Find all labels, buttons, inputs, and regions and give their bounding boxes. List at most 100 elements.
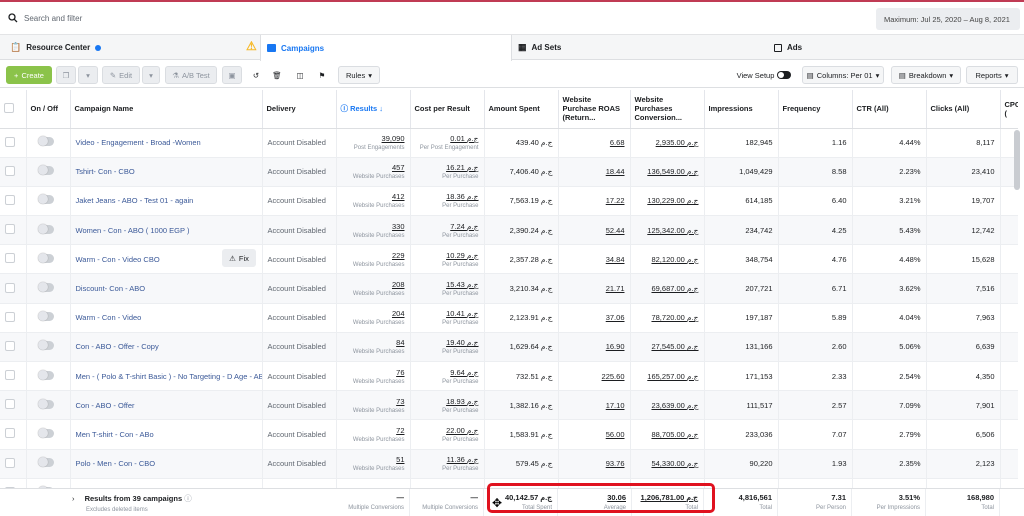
tab-ads[interactable]: Ads <box>774 35 1022 60</box>
tab-resource-center[interactable]: 📋 Resource Center ⚠ <box>10 35 260 60</box>
on-off-cell[interactable] <box>26 419 71 450</box>
col-amount-spent[interactable]: Amount Spent <box>484 90 559 129</box>
col-conversion-value[interactable]: Website Purchases Conversion... <box>630 90 705 129</box>
rules-button[interactable]: Rules ▾ <box>338 66 380 84</box>
campaign-name-link[interactable]: Tshirt- Con - CBO <box>76 167 257 176</box>
create-button[interactable]: + Create <box>6 66 52 84</box>
view-setup-toggle[interactable]: View Setup <box>732 66 796 84</box>
row-checkbox[interactable] <box>5 253 15 264</box>
row-checkbox[interactable] <box>5 340 15 351</box>
on-off-cell[interactable] <box>26 273 71 304</box>
warning-icon[interactable]: ⚠ <box>246 40 257 52</box>
row-select-cell[interactable] <box>0 332 27 363</box>
row-checkbox[interactable] <box>5 311 15 322</box>
table-row[interactable]: Warm - Con - Video CBO Account Disabled 22… <box>0 244 1024 275</box>
col-results[interactable]: ⓘ Results ↓ <box>336 90 411 129</box>
table-row[interactable]: Women - Con - ABO ( 1000 EGP ) Account Di… <box>0 215 1024 246</box>
campaign-name-cell[interactable]: Video - Engagement - Broad -Women <box>70 128 263 158</box>
campaign-name-cell[interactable]: Con - ABO - Offer - Copy <box>70 332 263 363</box>
row-checkbox[interactable] <box>5 282 15 293</box>
on-off-cell[interactable] <box>26 244 71 275</box>
row-checkbox[interactable] <box>5 165 15 176</box>
select-all-checkbox[interactable] <box>4 102 14 113</box>
row-select-cell[interactable] <box>0 157 27 187</box>
undo-button[interactable]: ↺ <box>247 66 265 84</box>
on-off-cell[interactable] <box>26 215 71 246</box>
tag-button[interactable]: ⚑ <box>313 66 331 84</box>
fix-button[interactable]: ⚠ Fix <box>222 249 256 267</box>
row-checkbox[interactable] <box>5 194 15 205</box>
row-checkbox[interactable] <box>5 224 15 235</box>
col-campaign-name[interactable]: Campaign Name <box>70 90 263 129</box>
table-row[interactable]: Warm - Con - Video Account Disabled 204 Web… <box>0 303 1024 333</box>
on-off-cell[interactable] <box>26 186 71 217</box>
date-range-picker[interactable]: Maximum: Jul 25, 2020 – Aug 8, 2021 <box>876 8 1020 30</box>
row-select-cell[interactable] <box>0 361 27 392</box>
col-delivery[interactable]: Delivery <box>262 90 337 129</box>
table-row[interactable]: Tshirt- Con - CBO Account Disabled 457 Webs… <box>0 157 1024 187</box>
campaign-name-link[interactable]: Men T-shirt - Con - ABo <box>76 430 257 439</box>
campaign-toggle[interactable] <box>37 340 54 351</box>
campaign-name-cell[interactable]: Men T-shirt - Con - ABo <box>70 419 263 450</box>
table-row[interactable]: Video - Engagement - Broad -Women Account… <box>0 128 1024 158</box>
campaign-name-cell[interactable]: Warm - Con - Video <box>70 303 263 333</box>
reports-button[interactable]: Reports ▾ <box>966 66 1018 84</box>
row-checkbox[interactable] <box>5 399 15 410</box>
row-checkbox[interactable] <box>5 370 15 381</box>
campaign-name-cell[interactable]: Men - ( Polo & T-shirt Basic ) - No Targ… <box>70 361 263 392</box>
row-checkbox[interactable] <box>5 136 15 147</box>
campaign-name-link[interactable]: Warm - Con - Video <box>76 313 257 322</box>
row-select-cell[interactable] <box>0 449 27 479</box>
campaign-name-link[interactable]: Con - ABO - Offer - Copy <box>76 342 257 351</box>
row-select-cell[interactable] <box>0 244 27 275</box>
campaign-name-link[interactable]: Polo - Men - Con - CBO <box>76 459 257 468</box>
campaign-name-link[interactable]: Con - ABO - Offer <box>76 401 257 410</box>
vertical-scrollbar[interactable] <box>1014 130 1020 190</box>
row-select-cell[interactable] <box>0 273 27 304</box>
campaign-toggle[interactable] <box>37 398 54 409</box>
row-select-cell[interactable] <box>0 303 27 333</box>
campaign-name-cell[interactable]: Jaket Jeans - ABO - Test 01 - again <box>70 186 263 217</box>
campaign-toggle[interactable] <box>37 427 54 438</box>
row-select-cell[interactable] <box>0 419 27 450</box>
campaign-name-cell[interactable]: Con - ABO - Offer <box>70 390 263 421</box>
edit-dropdown-button[interactable]: ▾ <box>142 66 160 84</box>
row-select-cell[interactable] <box>0 215 27 246</box>
row-select-cell[interactable] <box>0 128 27 158</box>
col-clicks[interactable]: Clicks (All) <box>926 90 1001 129</box>
table-row[interactable]: Con - ABO - Offer Account Disabled 73 Websi… <box>0 390 1024 421</box>
campaign-toggle[interactable] <box>37 136 54 147</box>
campaign-toggle[interactable] <box>37 369 54 380</box>
on-off-cell[interactable] <box>26 449 71 479</box>
campaign-name-link[interactable]: Men - ( Polo & T-shirt Basic ) - No Targ… <box>76 372 262 381</box>
campaign-name-link[interactable]: Jaket Jeans - ABO - Test 01 - again <box>76 196 257 205</box>
col-frequency[interactable]: Frequency <box>778 90 853 129</box>
table-row[interactable]: Discount- Con - ABO Account Disabled 208 We… <box>0 273 1024 304</box>
campaign-name-cell[interactable]: Discount- Con - ABO <box>70 273 263 304</box>
tab-campaigns[interactable]: Campaigns <box>260 35 512 61</box>
duplicate-button[interactable]: ❐ <box>56 66 76 84</box>
campaign-toggle[interactable] <box>37 223 54 234</box>
campaign-toggle[interactable] <box>37 194 54 205</box>
clipboard-button[interactable]: ▣ <box>222 66 242 84</box>
table-row[interactable]: Con - ABO - Offer - Copy Account Disabled… <box>0 332 1024 363</box>
row-select-cell[interactable] <box>0 186 27 217</box>
campaign-toggle[interactable] <box>37 282 54 293</box>
col-cost-per-result[interactable]: Cost per Result <box>410 90 485 129</box>
on-off-cell[interactable] <box>26 390 71 421</box>
search-filter-input[interactable]: Search and filter <box>4 7 872 29</box>
select-all-header[interactable] <box>0 90 27 129</box>
col-roas[interactable]: Website Purchase ROAS (Return... <box>558 90 631 129</box>
on-off-cell[interactable] <box>26 332 71 363</box>
row-select-cell[interactable] <box>0 390 27 421</box>
campaign-name-link[interactable]: Video - Engagement - Broad -Women <box>76 138 257 147</box>
campaign-toggle[interactable] <box>37 252 54 263</box>
table-row[interactable]: Polo - Men - Con - CBO Account Disabled 51… <box>0 449 1024 479</box>
ab-test-button[interactable]: ⚗ A/B Test <box>165 66 217 84</box>
row-checkbox[interactable] <box>5 428 15 439</box>
campaign-toggle[interactable] <box>37 457 54 468</box>
campaign-toggle[interactable] <box>37 165 54 176</box>
table-row[interactable]: Jaket Jeans - ABO - Test 01 - again Accou… <box>0 186 1024 217</box>
breakdown-button[interactable]: ▤ Breakdown ▾ <box>891 66 961 84</box>
col-impressions[interactable]: Impressions <box>704 90 779 129</box>
